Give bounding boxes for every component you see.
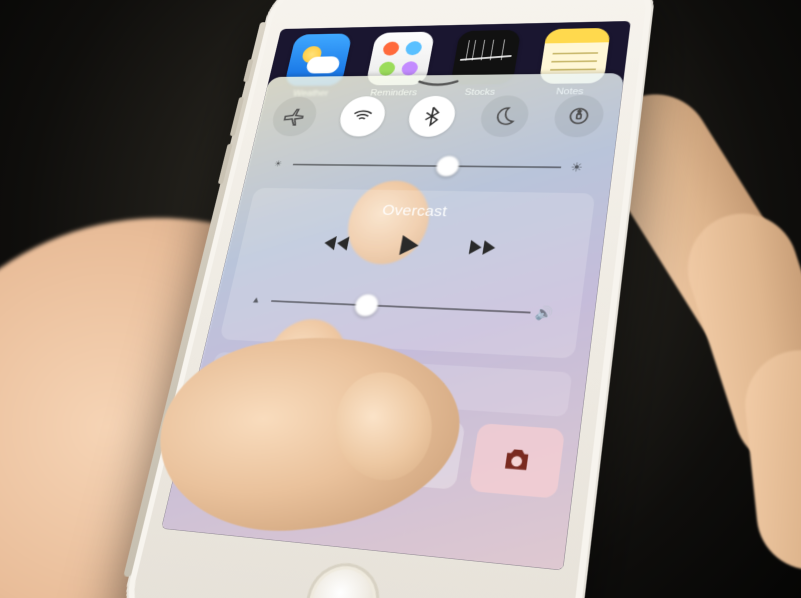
airplane-toggle[interactable] xyxy=(268,97,319,137)
airdrop-label: AirDrop xyxy=(245,366,295,385)
slider-thumb[interactable] xyxy=(434,156,460,177)
brightness-slider[interactable]: ☀︎ ☀︎ xyxy=(271,152,584,181)
iphone-body: Weather Reminders Stocks Notes xyxy=(113,0,658,598)
screen: Weather Reminders Stocks Notes xyxy=(161,21,630,570)
rewind-button[interactable] xyxy=(317,230,354,261)
dnd-toggle[interactable] xyxy=(477,95,530,137)
volume-slider[interactable]: ▲ 🔊 xyxy=(248,287,554,328)
calculator-button[interactable] xyxy=(371,416,465,489)
calculator-icon xyxy=(400,436,435,469)
timer-button[interactable] xyxy=(278,410,370,481)
play-button[interactable] xyxy=(390,232,424,264)
moon-icon xyxy=(490,105,518,127)
now-playing-title: Overcast xyxy=(248,199,593,224)
fast-forward-button[interactable] xyxy=(463,234,501,267)
volume-low-icon: ▲ xyxy=(250,295,261,305)
camera-button[interactable] xyxy=(468,423,564,499)
phone-stage: Weather Reminders Stocks Notes xyxy=(113,0,658,598)
volume-high-icon: 🔊 xyxy=(533,305,553,322)
brightness-low-icon: ☀︎ xyxy=(273,160,283,169)
shortcut-row xyxy=(189,403,565,498)
media-card: Overcast ▲ 🔊 xyxy=(219,188,595,359)
airplay-label: AirPlay xyxy=(394,375,444,394)
airplay-icon xyxy=(363,372,388,393)
flashlight-icon xyxy=(217,422,251,453)
slider-thumb[interactable] xyxy=(353,294,380,317)
orientation-lock-toggle[interactable] xyxy=(551,95,605,137)
flashlight-button[interactable] xyxy=(189,403,279,473)
wifi-icon xyxy=(348,106,375,127)
orientation-lock-icon xyxy=(564,105,592,127)
grabber-icon[interactable] xyxy=(416,80,458,87)
home-button[interactable] xyxy=(299,559,385,598)
airdrop-icon xyxy=(220,363,242,383)
brightness-high-icon: ☀︎ xyxy=(569,160,583,175)
bluetooth-toggle[interactable] xyxy=(405,96,458,137)
wifi-toggle[interactable] xyxy=(336,96,388,136)
toggle-row xyxy=(268,95,605,137)
photo-scene: Weather Reminders Stocks Notes xyxy=(0,0,801,598)
airplane-icon xyxy=(281,106,308,127)
playback-controls xyxy=(238,228,589,270)
camera-icon xyxy=(498,443,534,477)
bluetooth-icon xyxy=(418,106,445,127)
airplay-button[interactable]: AirPlay xyxy=(347,360,572,417)
timer-icon xyxy=(306,429,341,461)
